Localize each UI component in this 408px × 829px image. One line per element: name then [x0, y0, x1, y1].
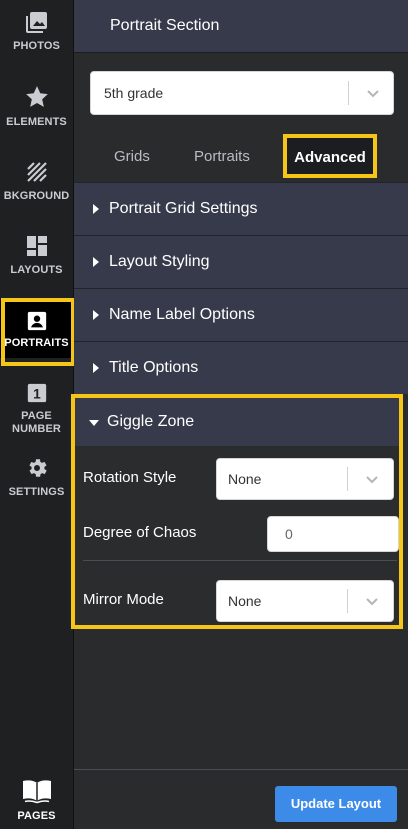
- tab-grids[interactable]: Grids: [114, 148, 150, 165]
- rail-item-layouts[interactable]: LAYOUTS: [0, 234, 73, 277]
- accordion-name-label-options[interactable]: Name Label Options: [74, 288, 408, 341]
- rail-item-settings[interactable]: SETTINGS: [0, 456, 73, 499]
- rail-item-pages[interactable]: PAGES: [0, 778, 73, 823]
- rail-label-pages: PAGES: [17, 810, 56, 822]
- select-separator: [347, 467, 348, 491]
- accordion-giggle-zone[interactable]: Giggle Zone: [75, 398, 399, 446]
- accordion-label: Portrait Grid Settings: [109, 200, 258, 217]
- accordion-portrait-grid-settings[interactable]: Portrait Grid Settings: [74, 182, 408, 235]
- book-icon: [22, 780, 51, 804]
- main-panel: Portrait Section 5th grade Grids Portrai…: [71, 0, 408, 829]
- degree-of-chaos-label: Degree of Chaos: [83, 524, 197, 541]
- caret-right-icon: [93, 204, 99, 214]
- rotation-style-label: Rotation Style: [83, 469, 177, 486]
- rail-item-elements[interactable]: ELEMENTS: [0, 84, 73, 129]
- rotation-style-select[interactable]: None: [216, 458, 394, 500]
- rail-label-layouts: LAYOUTS: [10, 264, 63, 276]
- portrait-icon: [27, 311, 46, 331]
- photos-icon: [25, 12, 47, 33]
- degree-of-chaos-input[interactable]: 0: [267, 516, 399, 552]
- mirror-mode-select[interactable]: None: [216, 580, 394, 622]
- page-number-badge: 1: [33, 387, 41, 402]
- rail-item-portraits[interactable]: PORTRAITS: [0, 300, 73, 358]
- caret-right-icon: [93, 257, 99, 267]
- rotation-style-value: None: [228, 471, 262, 487]
- left-rail: PHOTOS ELEMENTS BKGROUND LAYOUTS PORTRAI…: [0, 0, 75, 829]
- rail-item-photos[interactable]: PHOTOS: [0, 10, 73, 53]
- background-icon: [26, 162, 47, 182]
- rail-label-background: BKGROUND: [3, 190, 70, 202]
- panel-header: Portrait Section: [74, 0, 408, 53]
- footer-divider: [74, 769, 408, 770]
- star-icon: [25, 86, 48, 107]
- accordion-title-options[interactable]: Title Options: [74, 341, 408, 394]
- gear-icon: [28, 459, 47, 477]
- rail-item-page-number[interactable]: 1 PAGE NUMBER: [0, 382, 73, 436]
- degree-of-chaos-value: 0: [285, 526, 293, 542]
- mirror-mode-value: None: [228, 593, 262, 609]
- giggle-zone-section: Giggle Zone Rotation Style None Degree o…: [71, 394, 403, 629]
- rail-label-portraits: PORTRAITS: [4, 337, 69, 349]
- chevron-down-icon: [367, 90, 379, 98]
- rail-label-page: PAGE: [21, 410, 52, 422]
- accordion-label: Layout Styling: [109, 253, 210, 270]
- select-separator: [347, 589, 348, 613]
- tab-advanced-label: Advanced: [294, 149, 366, 166]
- page-title: Portrait Section: [110, 17, 220, 34]
- tab-bar: Grids Portraits Advanced: [74, 131, 408, 183]
- rail-label-settings: SETTINGS: [8, 486, 65, 498]
- select-separator: [348, 81, 349, 105]
- rail-label-page-number: PAGE NUMBER: [12, 410, 61, 436]
- section-divider: [83, 560, 397, 561]
- rail-item-background[interactable]: BKGROUND: [0, 160, 73, 203]
- mirror-mode-label: Mirror Mode: [83, 591, 164, 608]
- tab-portraits[interactable]: Portraits: [194, 148, 250, 165]
- accordion-label: Name Label Options: [109, 306, 255, 323]
- caret-right-icon: [93, 363, 99, 373]
- grade-select[interactable]: 5th grade: [90, 71, 394, 115]
- caret-right-icon: [93, 310, 99, 320]
- grade-select-value: 5th grade: [104, 85, 164, 101]
- accordion-layout-styling[interactable]: Layout Styling: [74, 235, 408, 288]
- layouts-icon: [26, 236, 47, 256]
- chevron-down-icon: [366, 598, 378, 606]
- rail-label-number: NUMBER: [12, 423, 61, 435]
- caret-down-icon: [89, 420, 99, 426]
- rail-label-elements: ELEMENTS: [6, 116, 67, 128]
- tab-advanced[interactable]: Advanced: [283, 134, 377, 178]
- grade-select-bar: 5th grade: [74, 53, 408, 131]
- accordion-label: Title Options: [109, 359, 199, 376]
- rail-label-photos: PHOTOS: [13, 40, 60, 52]
- update-layout-button[interactable]: Update Layout: [275, 786, 397, 822]
- page-number-icon: 1: [27, 383, 46, 403]
- giggle-zone-title: Giggle Zone: [107, 413, 195, 430]
- chevron-down-icon: [366, 476, 378, 484]
